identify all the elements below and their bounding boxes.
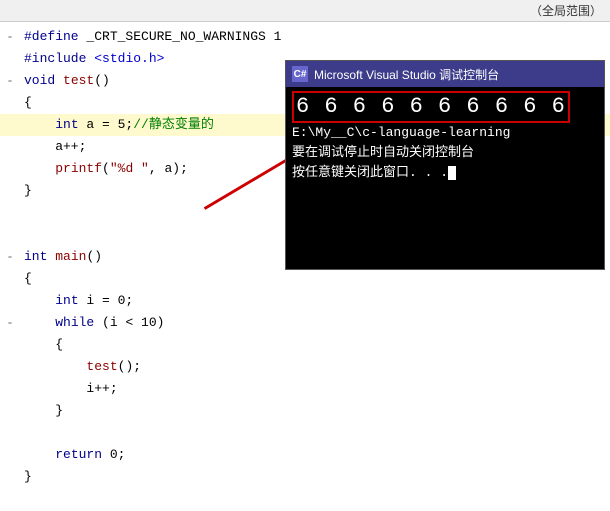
code-line-15: { <box>0 334 610 356</box>
line-content-1: #define _CRT_SECURE_NO_WARNINGS 1 <box>20 26 610 48</box>
scope-label: （全局范围） <box>530 2 602 19</box>
gutter-3[interactable]: - <box>0 70 20 92</box>
console-path-line: E:\My__C\c-language-learning <box>292 123 598 143</box>
gutter-1[interactable]: - <box>0 26 20 48</box>
console-window[interactable]: C# Microsoft Visual Studio 调试控制台 6 6 6 6… <box>285 60 605 270</box>
line-content-14: while (i < 10) <box>20 312 610 334</box>
code-line-16: test(); <box>0 356 610 378</box>
console-title: Microsoft Visual Studio 调试控制台 <box>314 66 499 83</box>
console-numbers-output: 6 6 6 6 6 6 6 6 6 6 <box>296 93 566 121</box>
console-body: 6 6 6 6 6 6 6 6 6 6 E:\My__C\c-language-… <box>286 87 604 269</box>
line-content-18: } <box>20 400 610 422</box>
line-content-16: test(); <box>20 356 610 378</box>
code-line-21: } <box>0 466 610 488</box>
top-bar: （全局范围） <box>0 0 610 22</box>
line-content-12: { <box>20 268 610 290</box>
gutter-14[interactable]: - <box>0 312 20 334</box>
code-line-20: return 0; <box>0 444 610 466</box>
console-info-1: 要在调试停止时自动关闭控制台 <box>292 143 598 163</box>
line-content-20: return 0; <box>20 444 610 466</box>
code-line-14: - while (i < 10) <box>0 312 610 334</box>
main-container: （全局范围） - #define _CRT_SECURE_NO_WARNINGS… <box>0 0 610 511</box>
line-content-13: int i = 0; <box>20 290 610 312</box>
code-line-12: { <box>0 268 610 290</box>
line-content-17: i++; <box>20 378 610 400</box>
vs-icon: C# <box>292 66 308 82</box>
code-line-17: i++; <box>0 378 610 400</box>
line-content-15: { <box>20 334 610 356</box>
gutter-11[interactable]: - <box>0 246 20 268</box>
code-line-1: - #define _CRT_SECURE_NO_WARNINGS 1 <box>0 26 610 48</box>
code-line-19 <box>0 422 610 444</box>
line-content-21: } <box>20 466 610 488</box>
console-info-2: 按任意键关闭此窗口. . . <box>292 163 598 183</box>
console-cursor <box>448 166 456 180</box>
line-content-19 <box>20 422 610 444</box>
console-titlebar: C# Microsoft Visual Studio 调试控制台 <box>286 61 604 87</box>
code-line-13: int i = 0; <box>0 290 610 312</box>
code-line-18: } <box>0 400 610 422</box>
